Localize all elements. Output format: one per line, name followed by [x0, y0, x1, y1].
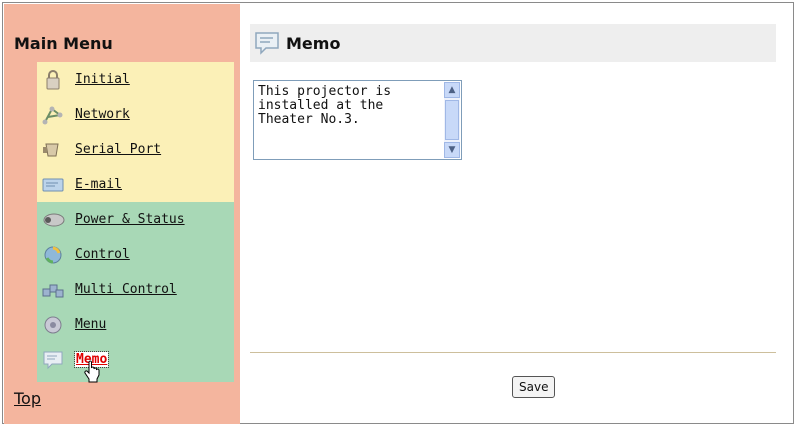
- sidebar: Main Menu Initial Network Serial Port E-…: [4, 4, 240, 424]
- sidebar-item-control[interactable]: Control: [37, 237, 234, 272]
- sidebar-item-email[interactable]: E-mail: [37, 167, 234, 202]
- sidebar-item-label: Network: [75, 107, 130, 122]
- multi-control-icon: [41, 280, 65, 300]
- browser-page: Main Menu Initial Network Serial Port E-…: [2, 2, 794, 424]
- menu-disc-icon: [41, 315, 65, 335]
- sidebar-title: Main Menu: [14, 34, 113, 53]
- sidebar-item-menu[interactable]: Menu: [37, 307, 234, 342]
- sidebar-item-label: Serial Port: [75, 142, 162, 157]
- page-title: Memo: [286, 33, 341, 53]
- sidebar-item-label: Menu: [75, 317, 107, 332]
- scroll-up-button[interactable]: ▲: [444, 82, 460, 98]
- serial-port-icon: [41, 140, 65, 160]
- sidebar-item-memo[interactable]: Memo: [37, 342, 234, 377]
- sidebar-item-label: E-mail: [75, 177, 122, 192]
- sidebar-item-initial[interactable]: Initial: [37, 62, 234, 97]
- memo-icon: [254, 31, 280, 55]
- scroll-thumb[interactable]: [445, 100, 459, 140]
- sidebar-item-serial-port[interactable]: Serial Port: [37, 132, 234, 167]
- main-content: Memo This projector is installed at the …: [240, 4, 793, 424]
- top-link[interactable]: Top: [14, 389, 41, 408]
- sidebar-item-label: Initial: [75, 72, 130, 87]
- scroll-down-button[interactable]: ▼: [444, 142, 460, 158]
- sidebar-item-power-status[interactable]: Power & Status: [37, 202, 234, 237]
- lock-icon: [41, 69, 65, 90]
- sidebar-item-label: Power & Status: [75, 212, 185, 227]
- network-icon: [41, 105, 65, 125]
- email-icon: [41, 175, 65, 195]
- projector-icon: [41, 210, 65, 230]
- memo-textarea-box: This projector is installed at the Theat…: [253, 80, 462, 160]
- memo-textarea[interactable]: This projector is installed at the Theat…: [258, 85, 438, 153]
- control-icon: [41, 245, 65, 265]
- sidebar-item-multi-control[interactable]: Multi Control: [37, 272, 234, 307]
- save-button[interactable]: Save: [512, 376, 556, 398]
- memo-icon: [41, 350, 65, 370]
- sidebar-item-network[interactable]: Network: [37, 97, 234, 132]
- page-header: Memo: [250, 24, 776, 62]
- sidebar-item-label: Multi Control: [75, 282, 177, 297]
- divider: [250, 352, 776, 354]
- memo-scrollbar[interactable]: ▲ ▼: [444, 82, 460, 158]
- sidebar-item-label: Control: [75, 247, 130, 262]
- hand-cursor-icon: [84, 360, 100, 383]
